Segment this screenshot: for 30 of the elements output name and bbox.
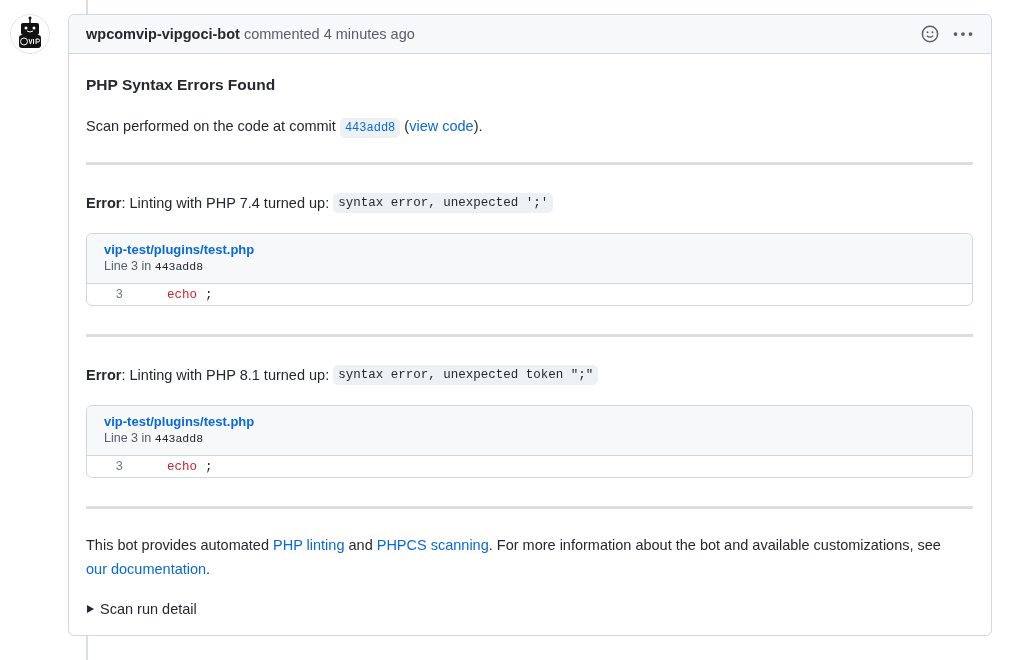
- commit-link[interactable]: 443add8: [339, 118, 401, 138]
- error-message: Error: Linting with PHP 8.1 turned up:: [86, 367, 330, 383]
- commit-hash: 443add8: [154, 432, 204, 445]
- bot-avatar[interactable]: [10, 14, 50, 54]
- scan-sentence: Scan performed on the code at commit 443add8 (view code).: [86, 114, 973, 140]
- text-link[interactable]: view code: [409, 118, 474, 134]
- file-link[interactable]: vip-test/plugins/test.php: [104, 414, 255, 429]
- commit-hash: 443add8: [154, 260, 204, 273]
- comment-title: PHP Syntax Errors Found: [86, 76, 277, 94]
- error-detail: syntax error, unexpected token ";": [333, 365, 599, 385]
- comment-time: commented 4 minutes ago: [243, 26, 415, 42]
- line-number: 3: [114, 459, 123, 474]
- disclosure-triangle-icon: [86, 605, 94, 613]
- error-detail: syntax error, unexpected ';': [333, 193, 554, 213]
- bot-info-paragraph: This bot provides automated PHP linting and PHPCS scanning. For more information about the bot and available customizations, see our documentation.: [86, 536, 942, 579]
- text-link[interactable]: our documentation: [86, 561, 207, 577]
- line-location: Line 3 in: [104, 431, 152, 445]
- code-punctuation: ;: [205, 459, 213, 474]
- error-message: Error: Linting with PHP 7.4 turned up:: [86, 195, 330, 211]
- text-link[interactable]: PHPCS scanning: [376, 537, 489, 553]
- author-link[interactable]: wpcomvip-vipgoci-bot: [86, 26, 240, 42]
- file-link[interactable]: vip-test/plugins/test.php: [104, 242, 255, 257]
- details-summary[interactable]: Scan run detail: [86, 601, 197, 617]
- code-keyword: echo: [167, 459, 197, 474]
- line-location: Line 3 in: [104, 259, 152, 273]
- emoji-reaction-icon[interactable]: [919, 23, 941, 45]
- code-keyword: echo: [167, 287, 197, 302]
- text-link[interactable]: PHP linting: [273, 537, 345, 553]
- code-punctuation: ;: [205, 287, 213, 302]
- line-number: 3: [114, 287, 123, 302]
